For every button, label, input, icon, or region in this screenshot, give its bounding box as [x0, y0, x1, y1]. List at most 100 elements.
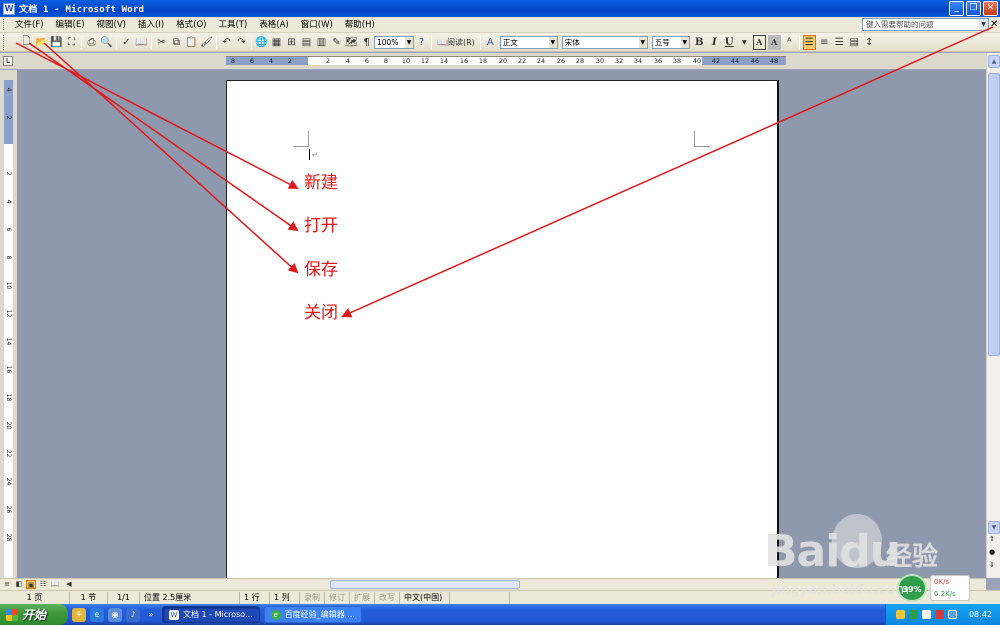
copy-icon[interactable]: ⧉ — [170, 35, 183, 50]
select-browse-object-icon[interactable]: ● — [989, 548, 995, 556]
style-dropdown-icon[interactable]: ▼ — [548, 36, 557, 48]
horizontal-scroll-thumb[interactable] — [330, 580, 520, 589]
quicklaunch-more-icon[interactable]: » — [144, 608, 158, 622]
tray-icon[interactable] — [947, 610, 957, 619]
tables-borders-icon[interactable]: ▦ — [270, 35, 283, 50]
undo-icon[interactable]: ↶ — [220, 35, 233, 50]
quicklaunch-icon[interactable]: ◉ — [108, 607, 122, 622]
insert-excel-icon[interactable]: ▤ — [300, 35, 313, 50]
underline-dropdown-icon[interactable]: ▼ — [738, 35, 751, 50]
ie-icon[interactable]: e — [90, 607, 104, 622]
status-overtype[interactable]: 改写 — [375, 591, 400, 604]
bold-button[interactable]: B — [693, 35, 706, 50]
align-justify-icon[interactable]: ☰ — [802, 34, 816, 50]
restore-button[interactable]: ❐ — [966, 1, 981, 16]
menu-file[interactable]: 文件(F) — [9, 17, 50, 33]
tray-icon[interactable] — [908, 610, 918, 619]
menu-window[interactable]: 窗口(W) — [295, 17, 339, 33]
scroll-down-button[interactable]: ▼ — [988, 521, 1000, 534]
previous-page-icon[interactable]: ⇑ — [989, 535, 995, 543]
spelling-icon[interactable]: ✓ — [120, 35, 133, 50]
close-document-icon[interactable]: ✕ — [990, 18, 998, 31]
print-icon[interactable]: ⎙ — [85, 35, 98, 50]
document-map-icon[interactable]: 🗺 — [345, 35, 358, 50]
hyperlink-icon[interactable]: 🌐 — [255, 35, 268, 50]
italic-button[interactable]: I — [708, 35, 721, 50]
task-word[interactable]: W 文档 1 - Microso... — [162, 606, 260, 623]
menu-tools[interactable]: 工具(T) — [212, 17, 253, 33]
print-preview-icon[interactable]: 🔍 — [100, 35, 113, 50]
char-shading-button[interactable]: A — [767, 34, 781, 50]
status-track-changes[interactable]: 修订 — [325, 591, 350, 604]
font-select[interactable]: 宋体 ▼ — [561, 35, 648, 49]
columns-icon[interactable]: ▥ — [315, 35, 328, 50]
line-spacing-icon[interactable]: ↕ — [863, 35, 876, 50]
status-extend[interactable]: 扩展 — [350, 591, 375, 604]
show-hide-icon[interactable]: ¶ — [360, 35, 373, 50]
clock[interactable]: 08:42 — [969, 610, 992, 619]
menu-insert[interactable]: 插入(I) — [132, 17, 170, 33]
quicklaunch-icon[interactable]: ♪ — [126, 607, 140, 622]
tray-icon[interactable] — [895, 610, 905, 619]
font-size-select[interactable]: 五号 ▼ — [651, 35, 690, 49]
save-icon[interactable]: 💾 — [50, 35, 63, 50]
menu-table[interactable]: 表格(A) — [253, 17, 294, 33]
styles-formatting-icon[interactable]: A — [484, 35, 497, 50]
align-right-icon[interactable]: ☰ — [833, 35, 846, 50]
tab-selector[interactable]: L — [3, 56, 13, 66]
help-dropdown-icon[interactable]: ▼ — [979, 19, 988, 30]
help-icon[interactable]: ? — [415, 35, 428, 50]
toolbar-grip[interactable] — [3, 34, 16, 50]
char-border-button[interactable]: A — [752, 34, 766, 50]
word-app-icon[interactable]: W — [3, 2, 15, 15]
reading-view-icon[interactable]: 📖 — [50, 580, 60, 589]
outline-view-icon[interactable]: ☷ — [38, 580, 48, 589]
close-window-button[interactable]: ✕ — [983, 1, 998, 16]
menu-format[interactable]: 格式(O) — [170, 17, 212, 33]
help-search-input[interactable]: 键入需要帮助的问题 ▼ — [862, 18, 989, 31]
web-view-icon[interactable]: ◧ — [14, 580, 24, 589]
font-size-dropdown-icon[interactable]: ▼ — [680, 36, 689, 48]
scroll-left-button[interactable]: ◀ — [64, 580, 74, 589]
scroll-up-button[interactable]: ▲ — [988, 55, 1000, 68]
new-document-icon[interactable]: 🗋 — [20, 35, 33, 50]
phonetic-guide-icon[interactable]: ᴬ — [783, 35, 796, 50]
vertical-scroll-thumb[interactable] — [988, 73, 1000, 356]
style-select[interactable]: 正文 ▼ — [499, 35, 558, 49]
tray-icon[interactable] — [921, 610, 931, 619]
vruler-strip[interactable] — [4, 80, 13, 578]
document-page[interactable]: ↵ 新建 打开 保存 关闭 — [226, 80, 779, 580]
research-icon[interactable]: 📖 — [135, 35, 148, 50]
next-page-icon[interactable]: ⇓ — [989, 561, 995, 569]
cut-icon[interactable]: ✂ — [155, 35, 168, 50]
permission-icon[interactable]: ⛶ — [65, 35, 78, 50]
font-dropdown-icon[interactable]: ▼ — [638, 36, 647, 48]
paste-icon[interactable]: 📋 — [185, 35, 198, 50]
normal-view-icon[interactable]: ≡ — [2, 580, 12, 589]
tray-icon[interactable] — [934, 610, 944, 619]
quicklaunch-icon[interactable]: ⚘ — [72, 607, 86, 622]
status-record[interactable]: 录制 — [300, 591, 325, 604]
read-mode-button[interactable]: 📖 阅读(R) — [435, 35, 477, 50]
drawing-icon[interactable]: ✎ — [330, 35, 343, 50]
distributed-icon[interactable]: ▤ — [848, 35, 861, 50]
print-layout-icon[interactable]: ▣ — [26, 580, 36, 589]
redo-icon[interactable]: ↷ — [235, 35, 248, 50]
task-browser[interactable]: e 百度经验_编辑器 ... — [263, 606, 362, 623]
minimize-button[interactable]: _ — [949, 1, 964, 16]
menu-grip[interactable] — [3, 19, 6, 30]
align-center-icon[interactable]: ≡ — [818, 35, 831, 50]
zoom-select[interactable]: 100% ▼ — [374, 35, 414, 49]
vruler-number: 26 — [5, 505, 12, 514]
format-painter-icon[interactable]: 🖌 — [200, 35, 213, 50]
open-folder-icon[interactable]: 📂 — [35, 35, 48, 50]
insert-table-icon[interactable]: ⊞ — [285, 35, 298, 50]
menu-view[interactable]: 视图(V) — [91, 17, 132, 33]
menu-edit[interactable]: 编辑(E) — [50, 17, 91, 33]
ruler-strip[interactable]: 8 6 4 2 2 4 6 8 10 12 14 16 18 20 22 24 … — [226, 56, 786, 65]
start-button[interactable]: 开始 — [0, 604, 68, 625]
menu-help[interactable]: 帮助(H) — [339, 17, 381, 33]
underline-button[interactable]: U — [723, 35, 736, 50]
vertical-scrollbar[interactable]: ▲ ▼ ⇑ ● ⇓ — [986, 53, 1000, 578]
zoom-dropdown-icon[interactable]: ▼ — [405, 36, 413, 48]
